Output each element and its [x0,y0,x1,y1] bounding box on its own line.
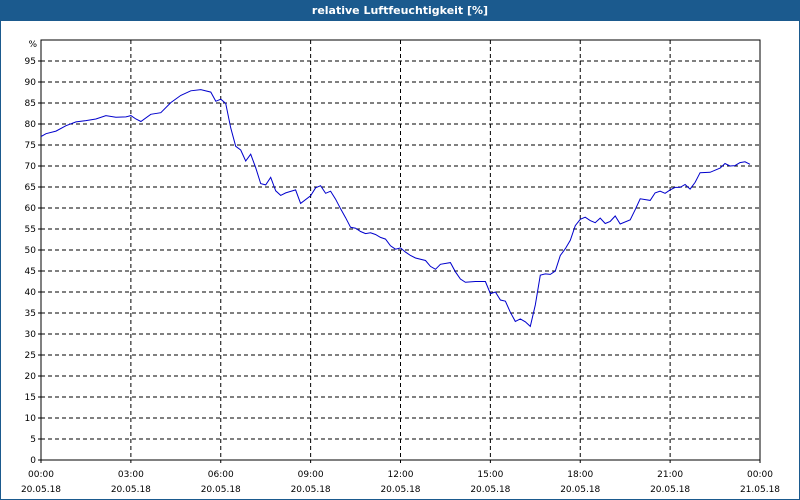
x-tick-date-label: 20.05.18 [650,485,690,495]
y-tick-label: 65 [25,183,36,193]
x-tick-time-label: 18:00 [567,470,593,480]
x-tick-labels: 00:00 20.05.18 03:00 20.05.18 06:00 20.05.18 0… [21,460,780,495]
x-tick-time-label: 03:00 [118,470,144,480]
x-tick-date-label: 20.05.18 [21,485,61,495]
chart-plot: 0 5 10 15 20 25 30 35 40 45 50 55 60 65 70 75 80 85 90 95 0… [21,39,780,495]
x-tick-date-label: 20.05.18 [560,485,600,495]
x-tick-time-label: 06:00 [208,470,234,480]
y-tick-label: 85 [25,99,36,109]
x-tick-date-label: 20.05.18 [380,485,420,495]
y-tick-label: 90 [25,78,37,88]
y-tick-label: 50 [25,246,37,256]
x-tick-time-label: 21:00 [657,470,683,480]
y-tick-label: 5 [30,435,36,445]
x-tick-date-label: 21.05.18 [740,485,780,495]
y-tick-label: 20 [25,372,37,382]
x-tick-time-label: 12:00 [388,470,414,480]
x-tick-date-label: 20.05.18 [201,485,241,495]
y-tick-label: 25 [25,351,36,361]
y-tick-labels: 0 5 10 15 20 25 30 35 40 45 50 55 60 65 70 75 80 85 90 95 [25,57,41,466]
y-tick-label: 60 [25,204,37,214]
x-tick-time-label: 09:00 [298,470,324,480]
x-tick-date-label: 20.05.18 [470,485,510,495]
x-tick-date-label: 20.05.18 [111,485,151,495]
y-tick-label: 15 [25,393,36,403]
y-tick-label: 10 [25,414,37,424]
y-tick-label: 40 [25,288,37,298]
y-tick-label: 55 [25,225,36,235]
y-tick-label: 80 [25,120,37,130]
y-tick-label: 75 [25,141,36,151]
x-tick-time-label: 00:00 [747,470,773,480]
y-tick-label: 45 [25,267,36,277]
x-tick-time-label: 15:00 [477,470,503,480]
y-tick-label: 95 [25,57,36,67]
y-tick-label: 0 [30,456,36,466]
x-tick-date-label: 20.05.18 [291,485,331,495]
x-tick-time-label: 00:00 [28,470,54,480]
y-axis-label: % [28,40,37,50]
y-tick-label: 35 [25,309,36,319]
y-tick-label: 30 [25,330,37,340]
y-tick-label: 70 [25,162,37,172]
